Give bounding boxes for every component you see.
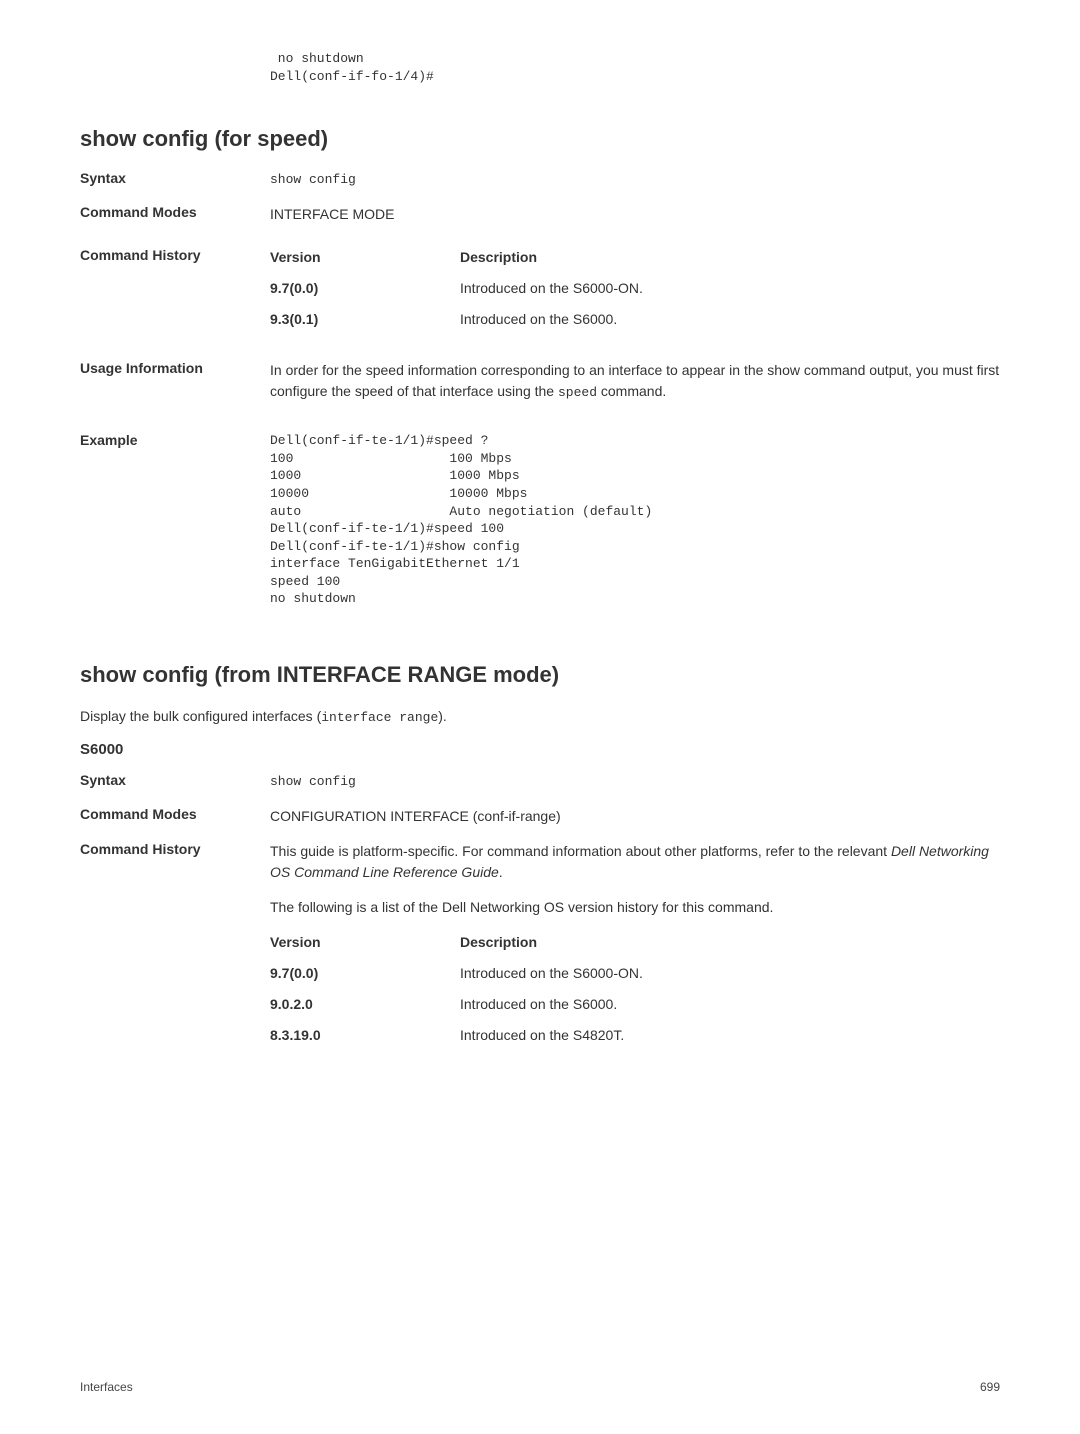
command-modes-value: INTERFACE MODE <box>270 204 1000 225</box>
section1-heading: show config (for speed) <box>80 126 1000 152</box>
description-cell: Introduced on the S4820T. <box>460 1025 1000 1046</box>
version-cell: 9.3(0.1) <box>270 309 460 330</box>
usage-info-label: Usage Information <box>80 360 270 376</box>
footer-page-number: 699 <box>980 1380 1000 1394</box>
section2-heading: show config (from INTERFACE RANGE mode) <box>80 662 1000 688</box>
version-header-2: Version <box>270 932 460 953</box>
s6000-subheading: S6000 <box>80 741 1000 758</box>
history-intro-1: This guide is platform-specific. For com… <box>270 841 1000 883</box>
example-label: Example <box>80 432 270 448</box>
version-cell: 9.7(0.0) <box>270 278 460 299</box>
version-header: Version <box>270 247 460 268</box>
description-cell: Introduced on the S6000. <box>460 994 1000 1015</box>
usage-info-text: In order for the speed information corre… <box>270 360 1000 403</box>
description-header-2: Description <box>460 932 1000 953</box>
description-cell: Introduced on the S6000-ON. <box>460 278 1000 299</box>
description-header: Description <box>460 247 1000 268</box>
version-cell: 8.3.19.0 <box>270 1025 460 1046</box>
intro-code-block: no shutdown Dell(conf-if-fo-1/4)# <box>270 50 1000 86</box>
example-code: Dell(conf-if-te-1/1)#speed ? 100 100 Mbp… <box>270 432 1000 607</box>
command-history-label-2: Command History <box>80 841 270 857</box>
description-cell: Introduced on the S6000-ON. <box>460 963 1000 984</box>
syntax-label: Syntax <box>80 170 270 186</box>
command-history-label: Command History <box>80 247 270 263</box>
section2-intro: Display the bulk configured interfaces (… <box>80 706 1000 728</box>
command-modes-value-2: CONFIGURATION INTERFACE (conf-if-range) <box>270 806 1000 827</box>
syntax-value: show config <box>270 170 1000 190</box>
description-cell: Introduced on the S6000. <box>460 309 1000 330</box>
version-cell: 9.7(0.0) <box>270 963 460 984</box>
version-cell: 9.0.2.0 <box>270 994 460 1015</box>
command-modes-label: Command Modes <box>80 204 270 220</box>
syntax-label-2: Syntax <box>80 772 270 788</box>
history-intro-2: The following is a list of the Dell Netw… <box>270 897 1000 918</box>
syntax-value-2: show config <box>270 772 1000 792</box>
footer-left: Interfaces <box>80 1380 133 1394</box>
command-modes-label-2: Command Modes <box>80 806 270 822</box>
